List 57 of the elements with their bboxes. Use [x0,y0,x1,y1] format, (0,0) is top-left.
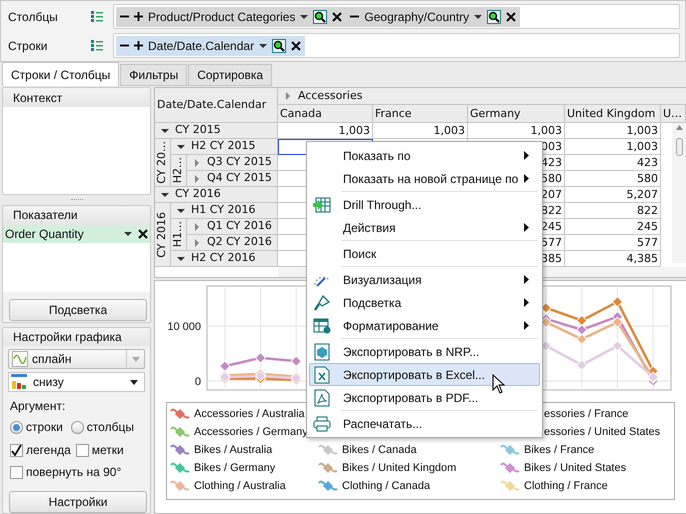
row-header-label: H1 CY 2016 [191,202,256,218]
table-cell: 1,003 [565,123,661,139]
table-cell: 577 [565,235,661,251]
row-header-label: Q4 CY 2015 [207,170,272,186]
row-group-label: CY 20… [155,141,170,184]
legend-label: Clothing / France [524,478,608,494]
legend-label: Bikes / Germany [194,460,276,476]
checkbox-label: легенда [26,442,71,459]
chip-label: Date/Date.Calendar [148,38,254,54]
row-header-label: Q3 CY 2015 [207,154,272,170]
legend-label: Bikes / United States [524,460,626,476]
table-cell: 5,207 [565,187,661,203]
legend-label: Accessories / Australia [194,406,305,422]
table-cell: 1,003 [278,123,373,139]
chip-label: Product/Product Categories [148,8,296,26]
section-header: Показатели [3,206,150,225]
legend-label: Clothing / Australia [194,478,286,494]
combobox-value: снизу [33,374,65,391]
radio-label: строки [26,419,63,436]
column-group-label: Accessories [298,88,362,104]
radio-label: столбцы [86,419,134,436]
table-cell: 1,003 [565,139,661,155]
legend-label: essories / France [544,406,628,422]
row-group-label: H1… [171,221,186,248]
row-header-label: H2 CY 2016 [191,250,256,266]
legend-label: Bikes / United Kingdom [342,460,456,476]
row-group-label: H2… [171,157,186,184]
zone-label: Столбцы [7,8,59,26]
row-group-label: CY 2016 [155,212,170,258]
row-header-label: CY 2016 [175,186,221,202]
legend-label: Accessories / Germany [194,424,308,440]
legend-label: Bikes / Australia [194,442,272,458]
table-cell: 1,003 [468,123,565,139]
table-cell: 822 [565,203,661,219]
row-header-label: CY 2015 [175,122,221,138]
table-cell: 423 [565,155,661,171]
row-header-label: Q1 CY 2016 [207,218,272,234]
axis-label: 0 [194,376,201,388]
measure-label: Order Quantity [5,226,85,243]
section-header: Контекст [3,88,150,107]
checkbox-label: повернуть на 90° [26,464,122,481]
legend-label: Clothing / Canada [342,478,430,494]
argument-label: Аргумент: [9,398,66,415]
checkbox-label: метки [92,442,124,459]
combobox-value: сплайн [32,351,73,368]
legend-label: essories / United States [544,424,660,440]
axis-label: 10 000 [167,320,201,333]
zone-label: Строки [7,38,48,54]
section-header: Настройки графика [3,328,150,346]
chip-label: Geography/Country [364,8,470,26]
table-cell: 580 [565,171,661,187]
legend-label: Bikes / Canada [342,442,417,458]
table-cell: 1,003 [373,123,468,139]
row-header-label: H2 CY 2015 [191,138,256,154]
row-header-label: Q2 CY 2016 [207,234,272,250]
table-cell: 245 [565,219,661,235]
legend-label: Bikes / France [524,442,594,458]
